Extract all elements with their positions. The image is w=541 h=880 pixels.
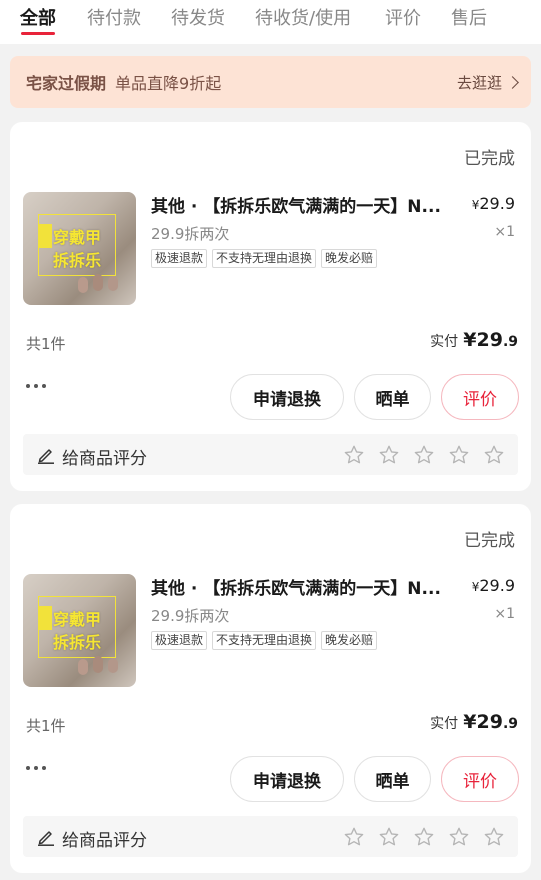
star-outline-icon[interactable]: [343, 826, 365, 848]
paid-decimal: .9: [502, 334, 518, 350]
star-outline-icon[interactable]: [378, 444, 400, 466]
item-count: 共1件: [26, 335, 66, 353]
item-count: 共1件: [26, 717, 66, 735]
paid-currency: ¥: [463, 711, 477, 733]
paid-integer: 29: [476, 711, 503, 733]
tab-after-sales[interactable]: 售后: [451, 8, 487, 30]
tab-pending-receipt[interactable]: 待收货/使用: [255, 8, 351, 30]
thumbnail-decor: [93, 274, 103, 291]
thumbnail-decor: [93, 656, 103, 673]
pen-icon: [38, 831, 54, 846]
order-card[interactable]: 已完成 穿戴甲 拆拆乐 其他 · 【拆拆乐欧气满满的一天】N... ¥29.9 …: [10, 504, 531, 873]
star-outline-icon[interactable]: [413, 826, 435, 848]
star-outline-icon[interactable]: [343, 444, 365, 466]
thumbnail-text: 拆拆乐: [53, 633, 102, 652]
thumbnail-text: 拆拆乐: [53, 251, 102, 270]
thumbnail-text: 穿戴甲: [53, 610, 102, 629]
product-name[interactable]: 其他 · 【拆拆乐欧气满满的一天】N...: [151, 192, 451, 217]
tab-pending-payment[interactable]: 待付款: [87, 8, 141, 30]
banner-subtitle: 单品直降9折起: [115, 74, 222, 93]
share-review-button[interactable]: 晒单: [354, 374, 431, 420]
banner-go-link[interactable]: 去逛逛: [456, 56, 519, 108]
tab-review[interactable]: 评价: [385, 8, 421, 30]
thumbnail-decor: [108, 276, 118, 291]
rate-product-bar[interactable]: 给商品评分: [23, 434, 518, 475]
service-tag: 极速退款: [151, 249, 208, 268]
thumbnail-decor: [78, 659, 88, 675]
promo-banner[interactable]: 宅家过假期 单品直降9折起 去逛逛: [10, 56, 531, 108]
star-outline-icon[interactable]: [448, 826, 470, 848]
tab-active-indicator: [21, 32, 55, 35]
more-dots-icon[interactable]: [26, 384, 46, 388]
star-outline-icon[interactable]: [448, 444, 470, 466]
chevron-right-icon: [506, 75, 519, 89]
star-outline-icon[interactable]: [378, 826, 400, 848]
star-outline-icon[interactable]: [413, 444, 435, 466]
banner-link-label: 去逛逛: [456, 73, 502, 92]
service-tags: 极速退款 不支持无理由退换 晚发必赔: [151, 249, 378, 268]
paid-integer: 29: [476, 329, 503, 351]
service-tag: 晚发必赔: [321, 631, 378, 650]
paid-label: 实付: [430, 334, 459, 350]
thumbnail-ribbon: [38, 606, 52, 630]
thumbnail-decor: [108, 658, 118, 673]
thumbnail-ribbon: [38, 224, 52, 248]
thumbnail-text: 穿戴甲: [53, 228, 102, 247]
paid-currency: ¥: [463, 329, 477, 351]
paid-amount: 实付 ¥29.9: [430, 329, 518, 351]
service-tag: 晚发必赔: [321, 249, 378, 268]
thumbnail-decor: [78, 277, 88, 293]
service-tag: 不支持无理由退换: [212, 249, 317, 268]
order-card[interactable]: 已完成 穿戴甲 拆拆乐 其他 · 【拆拆乐欧气满满的一天】N... ¥29.9 …: [10, 122, 531, 491]
product-quantity: ×1: [494, 606, 515, 622]
star-rating[interactable]: [343, 444, 505, 466]
pen-icon: [38, 449, 54, 464]
service-tags: 极速退款 不支持无理由退换 晚发必赔: [151, 631, 378, 650]
banner-title: 宅家过假期: [26, 74, 107, 93]
review-button[interactable]: 评价: [441, 374, 519, 420]
star-outline-icon[interactable]: [483, 444, 505, 466]
product-name[interactable]: 其他 · 【拆拆乐欧气满满的一天】N...: [151, 574, 451, 599]
paid-label: 实付: [430, 716, 459, 732]
product-price: ¥29.9: [472, 194, 515, 213]
price-value: 29.9: [479, 576, 515, 595]
star-outline-icon[interactable]: [483, 826, 505, 848]
service-tag: 极速退款: [151, 631, 208, 650]
review-button[interactable]: 评价: [441, 756, 519, 802]
star-rating[interactable]: [343, 826, 505, 848]
service-tag: 不支持无理由退换: [212, 631, 317, 650]
tab-all[interactable]: 全部: [20, 8, 56, 30]
return-exchange-button[interactable]: 申请退换: [230, 374, 344, 420]
product-price: ¥29.9: [472, 576, 515, 595]
product-thumbnail[interactable]: 穿戴甲 拆拆乐: [23, 192, 136, 305]
product-spec: 29.9拆两次: [151, 225, 230, 243]
return-exchange-button[interactable]: 申请退换: [230, 756, 344, 802]
more-dots-icon[interactable]: [26, 766, 46, 770]
rate-label: 给商品评分: [62, 831, 147, 851]
product-thumbnail[interactable]: 穿戴甲 拆拆乐: [23, 574, 136, 687]
rate-label: 给商品评分: [62, 449, 147, 469]
order-status: 已完成: [464, 149, 515, 169]
paid-decimal: .9: [502, 716, 518, 732]
rate-product-bar[interactable]: 给商品评分: [23, 816, 518, 857]
order-tabs: 全部 待付款 待发货 待收货/使用 评价 售后: [0, 0, 541, 44]
paid-amount: 实付 ¥29.9: [430, 711, 518, 733]
price-value: 29.9: [479, 194, 515, 213]
tab-pending-shipment[interactable]: 待发货: [171, 8, 225, 30]
share-review-button[interactable]: 晒单: [354, 756, 431, 802]
product-spec: 29.9拆两次: [151, 607, 230, 625]
product-quantity: ×1: [494, 224, 515, 240]
order-status: 已完成: [464, 531, 515, 551]
